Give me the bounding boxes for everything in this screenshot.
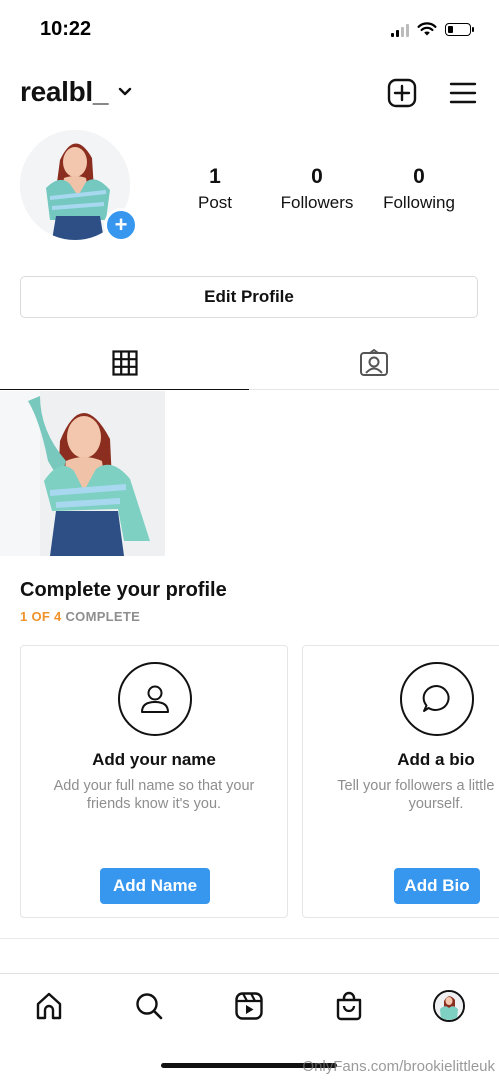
speech-bubble-icon-circle (400, 662, 474, 736)
card-add-name: Add your name Add your full name so that… (20, 645, 288, 918)
complete-profile-progress: 1 OF 4 COMPLETE (20, 609, 140, 624)
progress-done: 1 OF 4 (20, 609, 62, 624)
grid-icon (111, 349, 138, 376)
stat-followers-value: 0 (311, 165, 323, 188)
nav-profile[interactable] (429, 986, 469, 1026)
username: realbl_ (20, 76, 109, 107)
card-title: Add a bio (397, 750, 475, 769)
card-description: Add your full name so that your friends … (53, 778, 255, 812)
avatar-thumb (435, 992, 463, 1020)
post-thumbnail[interactable] (0, 391, 165, 556)
user-icon (141, 685, 169, 713)
profile-avatar-small (433, 990, 465, 1022)
edit-profile-button[interactable]: Edit Profile (20, 276, 478, 318)
add-bio-button[interactable]: Add Bio (394, 868, 480, 904)
add-name-button[interactable]: Add Name (100, 868, 210, 904)
progress-rest: COMPLETE (65, 609, 141, 624)
status-icons (391, 22, 474, 37)
card-description: Tell your followers a little about yours… (337, 778, 499, 812)
stat-following-value: 0 (413, 165, 425, 188)
speech-bubble-icon (422, 684, 450, 712)
nav-shop[interactable] (329, 986, 369, 1026)
new-post-icon (387, 78, 417, 108)
stat-following[interactable]: 0 Following (369, 165, 469, 213)
card-clip: Add a bio Tell your followers a little a… (302, 645, 499, 918)
search-icon (136, 993, 163, 1020)
stat-posts[interactable]: 1 Post (165, 165, 265, 213)
stat-followers-label: Followers (280, 193, 354, 212)
username-switcher[interactable]: realbl_ (20, 76, 132, 108)
tagged-icon (360, 348, 388, 376)
complete-profile-title: Complete your profile (20, 579, 227, 601)
stat-following-label: Following (383, 193, 455, 212)
card-title: Add your name (92, 750, 216, 769)
watermark: OnlyFans.com/brookielittleuk (302, 1058, 495, 1075)
reels-icon (235, 992, 263, 1020)
tab-grid[interactable] (0, 336, 249, 390)
stat-followers[interactable]: 0 Followers (267, 165, 367, 213)
status-time: 10:22 (40, 18, 92, 40)
chevron-down-icon (118, 87, 132, 96)
section-divider (0, 938, 499, 939)
battery-icon (445, 23, 474, 36)
shop-icon (336, 991, 362, 1021)
stat-posts-label: Post (197, 193, 233, 212)
nav-divider (0, 973, 499, 974)
menu-button[interactable] (448, 78, 478, 108)
add-story-badge[interactable]: + (104, 208, 138, 242)
user-icon-circle (118, 662, 192, 736)
post-image (0, 391, 165, 556)
new-post-button[interactable] (386, 77, 418, 109)
tab-tagged[interactable] (249, 336, 499, 390)
card-add-bio: Add a bio Tell your followers a little a… (302, 645, 499, 918)
signal-icon (391, 23, 409, 37)
nav-reels[interactable] (229, 986, 269, 1026)
menu-icon (449, 82, 477, 104)
stat-posts-value: 1 (209, 165, 221, 188)
nav-search[interactable] (129, 986, 169, 1026)
nav-home[interactable] (29, 986, 69, 1026)
home-icon (36, 992, 62, 1020)
wifi-icon (417, 22, 437, 36)
